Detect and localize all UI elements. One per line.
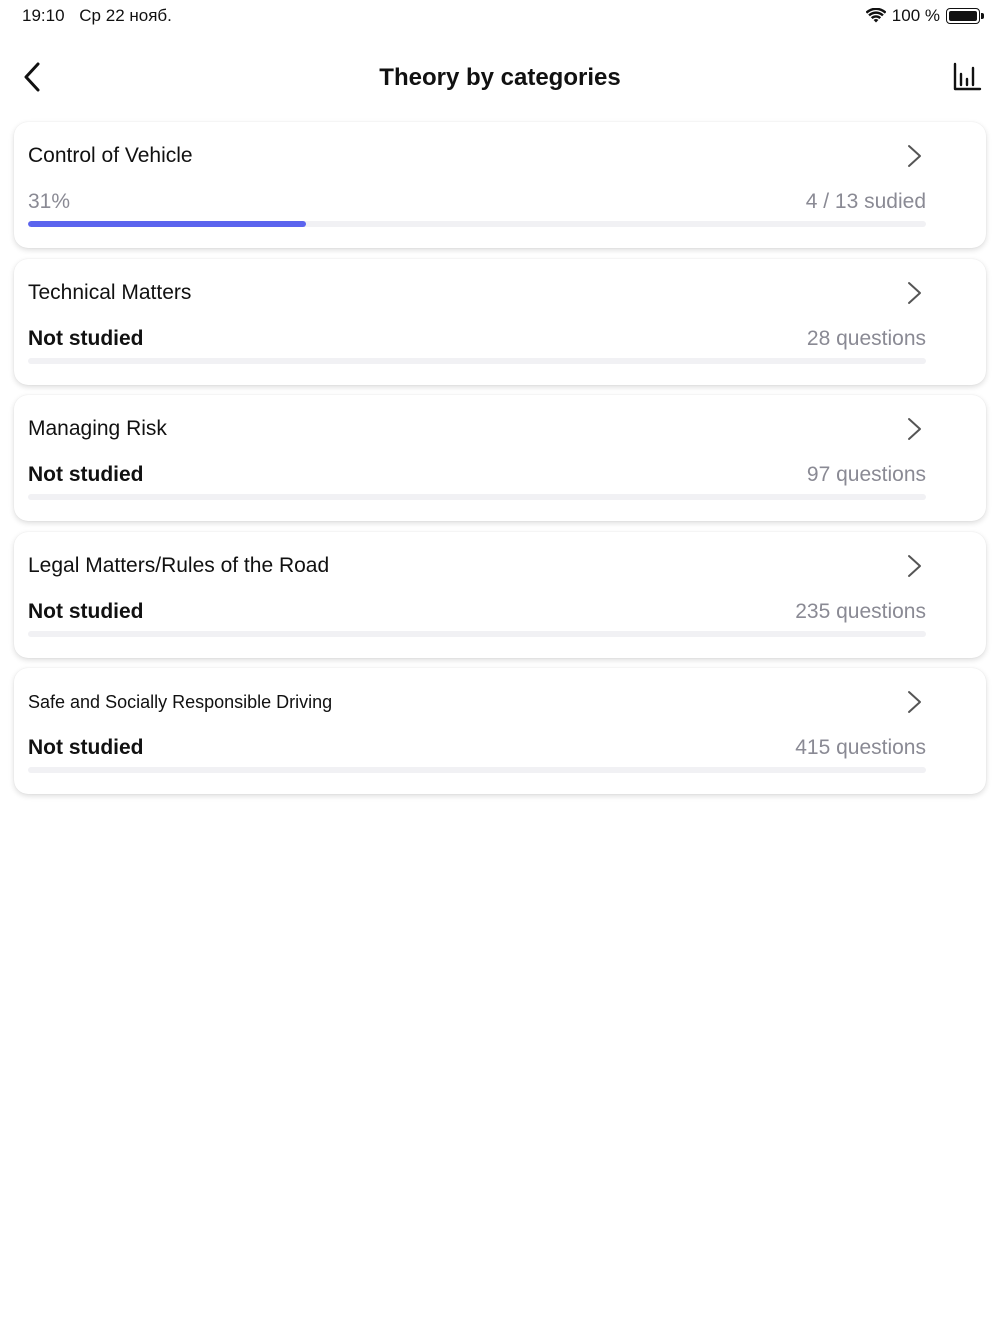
category-count: 415 questions [795, 736, 926, 759]
progress-fill [28, 221, 307, 227]
nav-bar: Theory by categories [0, 44, 1000, 112]
progress-track [28, 767, 926, 773]
category-status: Not studied [28, 326, 144, 350]
status-bar: 19:10 Ср 22 нояб. 100 % [0, 0, 1000, 34]
category-title: Managing Risk [28, 417, 167, 440]
category-title: Control of Vehicle [28, 144, 193, 167]
wifi-icon [865, 8, 886, 23]
category-status: Not studied [28, 599, 144, 623]
chevron-right-icon [908, 145, 921, 167]
battery-fill [949, 11, 977, 21]
page-title: Theory by categories [379, 64, 621, 91]
battery-percent: 100 % [891, 6, 940, 25]
progress-track [28, 357, 926, 364]
category-card-managing-risk[interactable]: Managing Risk Not studied 97 questions [14, 395, 986, 521]
category-title: Legal Matters/Rules of the Road [28, 553, 330, 577]
chevron-right-icon [908, 418, 921, 440]
category-count: 235 questions [795, 599, 926, 623]
category-status: Not studied [28, 463, 144, 486]
progress-track [28, 630, 926, 637]
category-title: Safe and Socially Responsible Driving [28, 692, 333, 712]
category-count: 4 / 13 sudied [805, 190, 926, 213]
category-count: 28 questions [806, 326, 926, 350]
bar-chart-icon[interactable] [952, 62, 982, 92]
battery-icon [946, 8, 984, 24]
progress-track [28, 494, 926, 500]
chevron-right-icon [908, 281, 921, 304]
progress-track [28, 221, 926, 227]
category-card-control-of-vehicle[interactable]: Control of Vehicle 31% 4 / 13 sudied [14, 122, 986, 248]
category-progress-percent: 31% [28, 190, 71, 213]
status-left: 19:10 Ср 22 нояб. [22, 6, 182, 26]
status-right: 100 % [865, 6, 984, 26]
category-card-safe-driving[interactable]: Safe and Socially Responsible Driving No… [14, 668, 986, 794]
category-card-technical-matters[interactable]: Technical Matters Not studied 28 questio… [14, 258, 986, 385]
chevron-right-icon [908, 691, 921, 713]
chevron-right-icon [908, 554, 921, 577]
category-count: 97 questions [806, 463, 926, 486]
category-title: Technical Matters [28, 280, 192, 304]
category-status: Not studied [28, 736, 144, 759]
category-card-legal-matters[interactable]: Legal Matters/Rules of the Road Not stud… [14, 531, 986, 658]
status-date: Ср 22 нояб. [79, 6, 172, 25]
status-time: 19:10 [22, 6, 65, 25]
category-list: Control of Vehicle 31% 4 / 13 sudied Tec… [14, 122, 986, 805]
